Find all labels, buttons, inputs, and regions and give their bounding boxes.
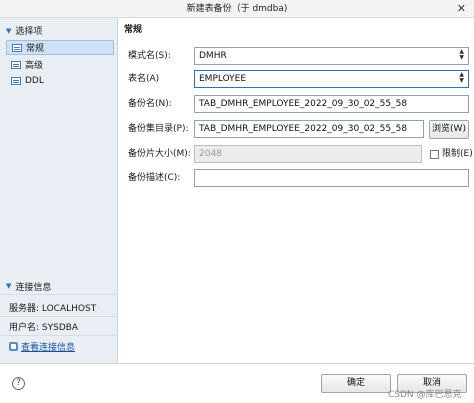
schema-label: 模式名(S):: [128, 51, 171, 61]
collapse-triangle-icon: ▼: [6, 26, 12, 35]
window-title: 新建表备份（于 dmdba): [186, 4, 288, 14]
page-title: 常规: [124, 25, 143, 35]
backup-dir-input[interactable]: TAB_DMHR_EMPLOYEE_2022_09_30_02_55_58: [194, 120, 424, 138]
left-panel: ▼ 选择项 常规 高级 DDL ▼ 连接信息 服务器: LOCALHOST 用户…: [0, 18, 118, 363]
page-icon: [12, 43, 22, 52]
sidebar-item-label: 高级: [25, 61, 44, 71]
ok-button[interactable]: 确定: [321, 374, 391, 393]
sidebar-item-label: DDL: [25, 75, 44, 86]
piece-size-value: 2048: [199, 149, 222, 159]
page-icon: [11, 60, 21, 69]
combo-arrows-icon: ▲ ▼: [459, 71, 464, 84]
sidebar-item-advanced[interactable]: 高级: [6, 57, 114, 72]
backup-name-value: TAB_DMHR_EMPLOYEE_2022_09_30_02_55_58: [199, 99, 408, 109]
sidebar-item-ddl[interactable]: DDL: [6, 73, 114, 88]
description-label: 备份描述(C):: [128, 173, 181, 183]
limit-checkbox[interactable]: [430, 150, 439, 159]
view-connection-link[interactable]: 查看连接信息: [21, 340, 75, 353]
backup-name-label: 备份名(N):: [128, 99, 172, 109]
combo-arrows-icon: ▲ ▼: [459, 48, 464, 61]
user-text: 用户名: SYSDBA: [9, 323, 79, 333]
table-value: EMPLOYEE: [199, 74, 247, 84]
backup-dir-label: 备份集目录(P):: [128, 124, 189, 134]
backup-dir-value: TAB_DMHR_EMPLOYEE_2022_09_30_02_55_58: [199, 124, 408, 134]
user-info: 用户名: SYSDBA: [0, 318, 118, 336]
collapse-triangle-icon: ▼: [6, 282, 12, 290]
piece-size-input[interactable]: 2048: [194, 145, 422, 163]
connection-section-header[interactable]: ▼ 连接信息: [0, 278, 118, 295]
description-input[interactable]: [194, 169, 469, 187]
connection-info-icon: [9, 341, 18, 351]
view-connection-row[interactable]: 查看连接信息: [0, 337, 118, 355]
server-info: 服务器: LOCALHOST: [0, 299, 118, 317]
page-icon: [11, 76, 21, 85]
footer-divider: [0, 363, 474, 364]
options-section-title: 选择项: [15, 27, 43, 37]
piece-size-label: 备份片大小(M):: [128, 149, 191, 159]
watermark: CSDN @库巴恩克: [388, 390, 462, 400]
schema-select[interactable]: DMHR ▲ ▼: [194, 47, 469, 65]
connection-section-title: 连接信息: [15, 282, 52, 293]
server-text: 服务器: LOCALHOST: [9, 304, 97, 314]
schema-value: DMHR: [199, 51, 227, 61]
options-section-header[interactable]: ▼ 选择项: [0, 22, 118, 39]
close-icon[interactable]: ✕: [457, 0, 466, 18]
help-icon[interactable]: ?: [12, 377, 25, 390]
table-label: 表名(A): [128, 74, 160, 84]
table-select[interactable]: EMPLOYEE ▲ ▼: [194, 70, 469, 88]
sidebar-item-label: 常规: [26, 44, 45, 54]
browse-button[interactable]: 浏览(W): [429, 120, 469, 139]
limit-label[interactable]: 限制(E): [442, 146, 473, 162]
backup-name-input[interactable]: TAB_DMHR_EMPLOYEE_2022_09_30_02_55_58: [194, 95, 469, 113]
sidebar-item-general[interactable]: 常规: [6, 40, 114, 55]
window-titlebar: 新建表备份（于 dmdba) ✕: [0, 0, 474, 18]
